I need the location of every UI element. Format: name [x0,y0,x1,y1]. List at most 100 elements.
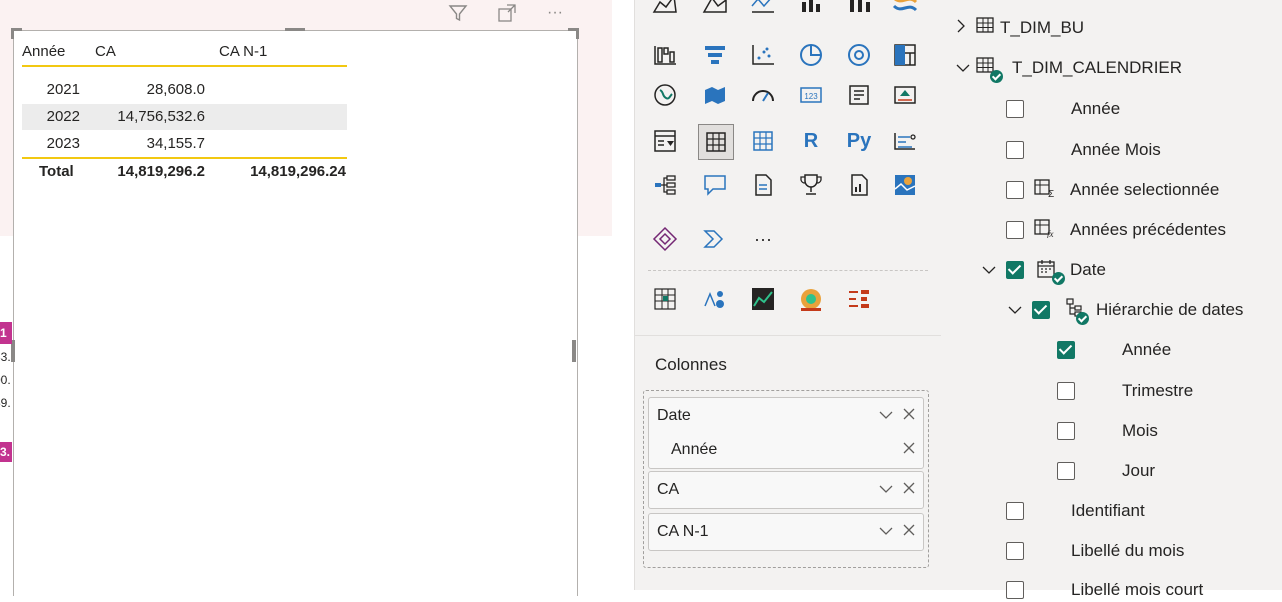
checkbox[interactable] [1006,100,1024,118]
cell-total-ca-n1: 14,819,296.24 [250,163,346,180]
checkbox[interactable] [1057,462,1075,480]
map-icon[interactable] [650,80,680,110]
close-icon[interactable] [903,442,915,454]
checkbox[interactable] [1006,181,1024,199]
more-visuals-icon[interactable]: ··· [748,224,778,254]
more-options-icon[interactable]: ··· [540,0,570,26]
filter-icon[interactable] [445,0,471,26]
r-visual-icon[interactable]: R [796,126,826,156]
area-chart-icon[interactable] [650,0,680,18]
chevron-down-icon[interactable] [879,526,893,536]
goals-icon[interactable] [796,170,826,200]
table-label: T_DIM_BU [1000,18,1085,37]
custom-visual-dots-icon[interactable] [700,284,730,314]
custom-visual-bars-icon[interactable] [844,284,874,314]
selected-badge-icon [990,70,1003,83]
field-pill-label: Date [657,407,691,424]
close-icon[interactable] [903,408,915,420]
resize-corner-top-left[interactable] [11,28,22,39]
checkbox[interactable] [1006,542,1024,560]
pane-divider [634,335,941,336]
checkbox-checked[interactable] [1057,341,1075,359]
resize-corner-top-right[interactable] [568,28,579,39]
svg-text:123: 123 [804,92,818,101]
python-visual-icon[interactable]: Py [844,126,874,156]
resize-handle-right[interactable] [572,340,576,362]
field-pill-controls[interactable] [879,514,915,550]
pie-chart-icon[interactable] [796,40,826,70]
table-row: 2022 14,756,532.6 [22,104,347,130]
table-total-row: Total 14,819,296.2 14,819,296.24 [22,157,347,185]
custom-visual-line-icon[interactable] [748,284,778,314]
chevron-right-icon[interactable] [956,16,966,40]
fragment-cell: 33. [0,350,11,364]
paginated-report-icon[interactable] [844,170,874,200]
field-pill-controls[interactable] [879,398,915,434]
chevron-down-icon[interactable] [1008,298,1022,322]
field-label: Années précédentes [1070,220,1226,239]
multi-row-card-icon[interactable] [844,80,874,110]
focus-mode-icon[interactable] [494,0,520,26]
fragment-header-cell: 1 [0,322,12,344]
card-icon[interactable]: 123 [796,80,826,110]
field-pill-label: CA [657,481,680,498]
donut-chart-icon[interactable] [844,40,874,70]
smart-narrative-icon[interactable] [748,170,778,200]
ribbon-chart-icon[interactable] [890,0,920,18]
field-pill-ca[interactable]: CA [648,471,924,509]
checkbox[interactable] [1006,502,1024,520]
custom-visual-table-icon[interactable] [650,284,680,314]
field-label: Jour [1122,461,1156,480]
checkbox-checked[interactable] [1006,261,1024,279]
chevron-down-icon[interactable] [956,56,970,80]
close-icon[interactable] [903,524,915,536]
column-header-ca[interactable]: CA [95,39,116,65]
checkbox[interactable] [1057,382,1075,400]
field-pill-ca-n1[interactable]: CA N-1 [648,513,924,551]
checkbox[interactable] [1006,581,1024,599]
scatter-chart-icon[interactable] [748,40,778,70]
calculated-table-icon: fx [1034,218,1056,246]
line-chart-icon[interactable] [748,0,778,18]
gauge-icon[interactable] [748,80,778,110]
key-influencers-icon[interactable] [890,126,920,156]
checkbox[interactable] [1006,141,1024,159]
svg-text:Σ: Σ [1048,189,1054,198]
power-apps-icon[interactable] [650,224,680,254]
fragment-cell: 00. [0,373,11,387]
table-icon [976,16,994,42]
field-label: Année [1071,99,1121,118]
field-label: Hiérarchie de dates [1096,300,1244,319]
column-header-annee[interactable]: Année [22,39,82,65]
line-stacked-column-icon[interactable] [844,0,874,18]
field-pill-sub-controls[interactable] [903,432,915,468]
field-label: Année selectionnée [1070,180,1220,199]
waterfall-chart-icon[interactable] [650,40,680,70]
table-visual-icon[interactable] [698,124,734,160]
column-header-ca-n1[interactable]: CA N-1 [219,39,267,65]
close-icon[interactable] [903,482,915,494]
field-pill-controls[interactable] [879,472,915,508]
chevron-down-icon[interactable] [982,258,996,282]
decomposition-tree-icon[interactable] [650,170,680,200]
line-column-chart-icon[interactable] [796,0,826,18]
chevron-down-icon[interactable] [879,410,893,420]
resize-handle-top[interactable] [285,28,305,31]
slicer-icon[interactable] [650,126,680,156]
field-pill-date[interactable]: Date Année [648,397,924,469]
checkbox[interactable] [1057,422,1075,440]
stacked-area-chart-icon[interactable] [700,0,730,18]
chevron-down-icon[interactable] [879,484,893,494]
funnel-icon[interactable] [700,40,730,70]
treemap-icon[interactable] [890,40,920,70]
checkbox[interactable] [1006,221,1024,239]
custom-visual-heatmap-icon[interactable] [796,284,826,314]
qna-icon[interactable] [700,170,730,200]
cell-ca: 28,608.0 [146,81,205,98]
checkbox-checked[interactable] [1032,301,1050,319]
matrix-icon[interactable] [748,126,778,156]
kpi-icon[interactable] [890,80,920,110]
filled-map-icon[interactable] [700,80,730,110]
power-automate-icon[interactable] [700,224,730,254]
azure-map-icon[interactable] [890,170,920,200]
